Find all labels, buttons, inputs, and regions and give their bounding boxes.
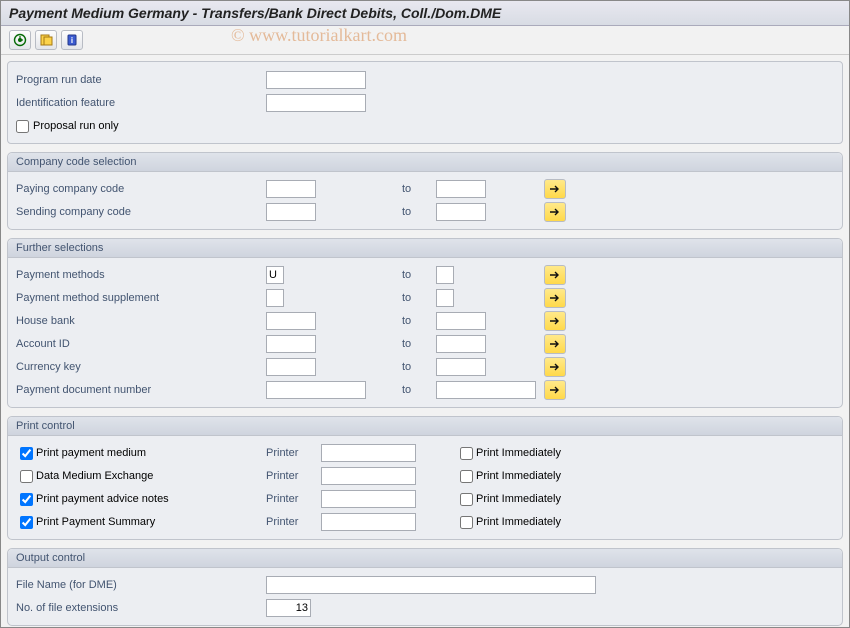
to-label: to <box>396 292 436 304</box>
further-selections-group: Further selections Payment methods to Pa… <box>7 238 843 408</box>
payment-document-number-label: Payment document number <box>16 384 266 396</box>
print-payment-medium-immediately-checkbox[interactable] <box>460 447 473 460</box>
data-medium-exchange-checkbox[interactable] <box>20 470 33 483</box>
program-run-date-label: Program run date <box>16 74 266 86</box>
paying-company-code-multi-button[interactable] <box>544 179 566 199</box>
sending-company-code-multi-button[interactable] <box>544 202 566 222</box>
window-title: Payment Medium Germany - Transfers/Bank … <box>1 1 849 26</box>
print-payment-summary-label: Print Payment Summary <box>36 516 155 528</box>
payment-methods-label: Payment methods <box>16 269 266 281</box>
printer-label: Printer <box>266 447 321 459</box>
no-of-file-extensions-label: No. of file extensions <box>16 602 266 614</box>
currency-key-multi-button[interactable] <box>544 357 566 377</box>
currency-key-from-input[interactable] <box>266 358 316 376</box>
data-medium-exchange-immediately-checkbox[interactable] <box>460 470 473 483</box>
payment-document-number-to-input[interactable] <box>436 381 536 399</box>
print-payment-summary-checkbox[interactable] <box>20 516 33 529</box>
currency-key-label: Currency key <box>16 361 266 373</box>
print-payment-advice-notes-checkbox[interactable] <box>20 493 33 506</box>
print-control-title: Print control <box>8 417 842 436</box>
house-bank-from-input[interactable] <box>266 312 316 330</box>
data-medium-exchange-label: Data Medium Exchange <box>36 470 153 482</box>
paying-company-code-to-input[interactable] <box>436 180 486 198</box>
proposal-run-only-label: Proposal run only <box>33 120 119 132</box>
company-code-selection-title: Company code selection <box>8 153 842 172</box>
print-payment-advice-notes-printer-input[interactable] <box>321 490 416 508</box>
further-selections-title: Further selections <box>8 239 842 258</box>
data-medium-exchange-printer-input[interactable] <box>321 467 416 485</box>
no-of-file-extensions-input[interactable] <box>266 599 311 617</box>
account-id-from-input[interactable] <box>266 335 316 353</box>
file-name-input[interactable] <box>266 576 596 594</box>
to-label: to <box>396 183 436 195</box>
program-run-date-input[interactable] <box>266 71 366 89</box>
account-id-multi-button[interactable] <box>544 334 566 354</box>
top-fields-group: Program run date Identification feature … <box>7 61 843 144</box>
identification-feature-label: Identification feature <box>16 97 266 109</box>
payment-methods-from-input[interactable] <box>266 266 284 284</box>
currency-key-to-input[interactable] <box>436 358 486 376</box>
house-bank-multi-button[interactable] <box>544 311 566 331</box>
print-payment-medium-label: Print payment medium <box>36 447 146 459</box>
sending-company-code-to-input[interactable] <box>436 203 486 221</box>
sending-company-code-from-input[interactable] <box>266 203 316 221</box>
print-immediately-label: Print Immediately <box>476 447 561 459</box>
printer-label: Printer <box>266 493 321 505</box>
payment-document-number-from-input[interactable] <box>266 381 366 399</box>
account-id-to-input[interactable] <box>436 335 486 353</box>
payment-methods-to-input[interactable] <box>436 266 454 284</box>
print-immediately-label: Print Immediately <box>476 493 561 505</box>
to-label: to <box>396 361 436 373</box>
printer-label: Printer <box>266 516 321 528</box>
execute-button[interactable] <box>9 30 31 50</box>
paying-company-code-label: Paying company code <box>16 183 266 195</box>
payment-method-supplement-multi-button[interactable] <box>544 288 566 308</box>
payment-method-supplement-from-input[interactable] <box>266 289 284 307</box>
to-label: to <box>396 338 436 350</box>
paying-company-code-from-input[interactable] <box>266 180 316 198</box>
info-button[interactable]: i <box>61 30 83 50</box>
toolbar: i <box>1 26 849 55</box>
output-control-group: Output control File Name (for DME) No. o… <box>7 548 843 626</box>
to-label: to <box>396 269 436 281</box>
payment-method-supplement-to-input[interactable] <box>436 289 454 307</box>
to-label: to <box>396 206 436 218</box>
file-name-label: File Name (for DME) <box>16 579 266 591</box>
content-area: Program run date Identification feature … <box>1 55 849 628</box>
identification-feature-input[interactable] <box>266 94 366 112</box>
sap-window: Payment Medium Germany - Transfers/Bank … <box>0 0 850 628</box>
payment-document-number-multi-button[interactable] <box>544 380 566 400</box>
company-code-selection-group: Company code selection Paying company co… <box>7 152 843 230</box>
print-payment-advice-notes-immediately-checkbox[interactable] <box>460 493 473 506</box>
account-id-label: Account ID <box>16 338 266 350</box>
house-bank-to-input[interactable] <box>436 312 486 330</box>
print-payment-summary-printer-input[interactable] <box>321 513 416 531</box>
svg-text:i: i <box>71 36 73 45</box>
to-label: to <box>396 315 436 327</box>
payment-methods-multi-button[interactable] <box>544 265 566 285</box>
printer-label: Printer <box>266 470 321 482</box>
print-payment-summary-immediately-checkbox[interactable] <box>460 516 473 529</box>
house-bank-label: House bank <box>16 315 266 327</box>
output-control-title: Output control <box>8 549 842 568</box>
payment-method-supplement-label: Payment method supplement <box>16 292 266 304</box>
print-payment-advice-notes-label: Print payment advice notes <box>36 493 169 505</box>
print-payment-medium-checkbox[interactable] <box>20 447 33 460</box>
print-immediately-label: Print Immediately <box>476 470 561 482</box>
print-control-group: Print control Print payment medium Print… <box>7 416 843 540</box>
to-label: to <box>396 384 436 396</box>
print-immediately-label: Print Immediately <box>476 516 561 528</box>
proposal-run-only-checkbox[interactable] <box>16 120 29 133</box>
sending-company-code-label: Sending company code <box>16 206 266 218</box>
get-variant-button[interactable] <box>35 30 57 50</box>
print-payment-medium-printer-input[interactable] <box>321 444 416 462</box>
